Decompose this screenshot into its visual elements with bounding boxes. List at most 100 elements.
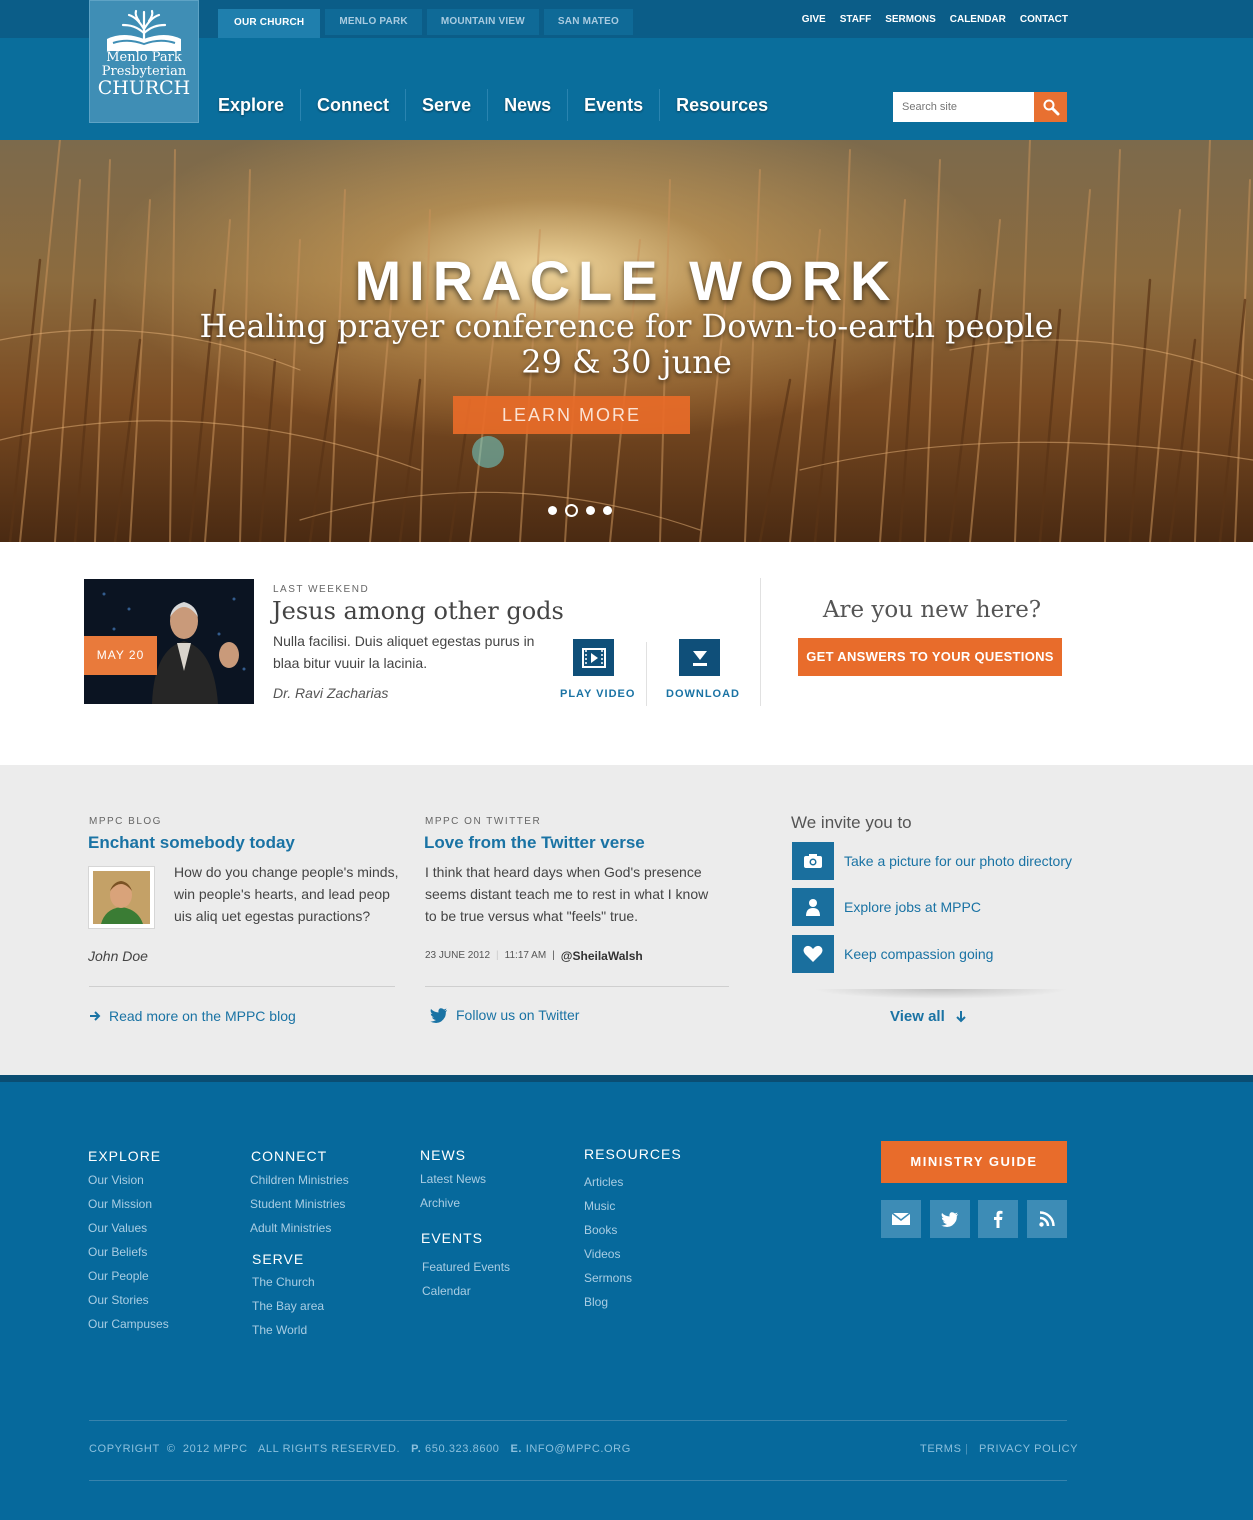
main-nav: Explore Connect Serve News Events Resour… xyxy=(218,89,784,121)
staff-link[interactable]: STAFF xyxy=(840,14,871,25)
mail-icon xyxy=(892,1213,910,1225)
slide-dot-active[interactable] xyxy=(565,504,578,517)
footer-link[interactable]: The Church xyxy=(252,1275,315,1289)
get-answers-button[interactable]: GET ANSWERS TO YOUR QUESTIONS xyxy=(798,638,1062,676)
nav-serve[interactable]: Serve xyxy=(405,89,487,121)
footer-link[interactable]: Our Mission xyxy=(88,1197,152,1211)
footer-heading-events[interactable]: EVENTS xyxy=(421,1230,483,1246)
footer-link[interactable]: Adult Ministries xyxy=(250,1221,331,1235)
phone-number[interactable]: 650.323.8600 xyxy=(425,1443,500,1455)
invite-icon-box xyxy=(792,842,834,880)
hero-subtitle-line-1: Healing prayer conference for Down-to-ea… xyxy=(199,307,1054,345)
footer-heading-resources[interactable]: RESOURCES xyxy=(584,1146,682,1162)
nav-events[interactable]: Events xyxy=(567,89,659,121)
view-all-link[interactable]: View all xyxy=(890,1008,967,1025)
give-link[interactable]: GIVE xyxy=(802,14,826,25)
follow-twitter-link[interactable]: Follow us on Twitter xyxy=(430,1007,579,1023)
footer-heading-explore[interactable]: EXPLORE xyxy=(88,1148,161,1164)
nav-resources[interactable]: Resources xyxy=(659,89,784,121)
invite-item-label[interactable]: Explore jobs at MPPC xyxy=(844,899,981,915)
invite-item-photo-directory[interactable]: Take a picture for our photo directory xyxy=(792,842,1072,880)
privacy-policy-link[interactable]: PRIVACY POLICY xyxy=(979,1443,1078,1455)
invite-item-label[interactable]: Take a picture for our photo directory xyxy=(844,853,1072,869)
footer-link[interactable]: Our Vision xyxy=(88,1173,144,1187)
sermon-section: MAY 20 LAST WEEKEND Jesus among other go… xyxy=(0,542,1253,765)
nav-news[interactable]: News xyxy=(487,89,567,121)
footer-link[interactable]: The World xyxy=(252,1323,307,1337)
footer-link[interactable]: Sermons xyxy=(584,1271,632,1285)
tab-san-mateo[interactable]: SAN MATEO xyxy=(543,9,633,35)
blog-author: John Doe xyxy=(88,948,148,964)
footer-link[interactable]: Our Values xyxy=(88,1221,147,1235)
learn-more-button[interactable]: LEARN MORE xyxy=(453,396,690,434)
search-button[interactable] xyxy=(1034,92,1067,122)
footer-link[interactable]: The Bay area xyxy=(252,1299,324,1313)
nav-connect[interactable]: Connect xyxy=(300,89,405,121)
church-logo[interactable]: Menlo Park Presbyterian Church xyxy=(89,0,199,123)
footer-link[interactable]: Archive xyxy=(420,1196,460,1210)
contact-link[interactable]: CONTACT xyxy=(1020,14,1068,25)
play-video-label[interactable]: PLAY VIDEO xyxy=(560,688,635,700)
footer-link[interactable]: Books xyxy=(584,1223,617,1237)
phone-label: P. xyxy=(411,1443,422,1455)
footer-link[interactable]: Our People xyxy=(88,1269,149,1283)
invite-item-compassion[interactable]: Keep compassion going xyxy=(792,935,993,973)
invite-item-jobs[interactable]: Explore jobs at MPPC xyxy=(792,888,981,926)
twitter-title[interactable]: Love from the Twitter verse xyxy=(424,833,645,853)
footer-link[interactable]: Our Beliefs xyxy=(88,1245,147,1259)
divider xyxy=(646,642,647,706)
tab-mountain-view[interactable]: MOUNTAIN VIEW xyxy=(426,9,539,35)
nav-explore[interactable]: Explore xyxy=(218,89,300,121)
calendar-link[interactable]: CALENDAR xyxy=(950,14,1006,25)
download-button[interactable] xyxy=(679,639,720,676)
footer-link[interactable]: Featured Events xyxy=(422,1260,510,1274)
read-blog-link[interactable]: Read more on the MPPC blog xyxy=(89,1008,296,1024)
footer-link[interactable]: Articles xyxy=(584,1175,623,1189)
footer-link[interactable]: Music xyxy=(584,1199,615,1213)
footer-heading-serve[interactable]: SERVE xyxy=(252,1251,304,1267)
tab-our-church[interactable]: OUR CHURCH xyxy=(218,9,321,38)
tweet-meta: 23 JUNE 2012 | 11:17 AM | @SheilaWalsh xyxy=(425,949,643,963)
read-blog-link-label[interactable]: Read more on the MPPC blog xyxy=(109,1008,296,1024)
email-address[interactable]: INFO@MPPC.ORG xyxy=(526,1443,631,1455)
tweet-handle[interactable]: @SheilaWalsh xyxy=(561,949,643,963)
slide-dot[interactable] xyxy=(603,506,612,515)
speaker-photo[interactable]: MAY 20 xyxy=(84,579,254,704)
play-video-button[interactable] xyxy=(573,639,614,676)
camera-icon xyxy=(804,854,822,868)
tab-menlo-park[interactable]: MENLO PARK xyxy=(325,9,422,35)
divider-shadow xyxy=(813,989,1069,999)
footer-heading-news[interactable]: NEWS xyxy=(420,1147,466,1163)
footer-link[interactable]: Calendar xyxy=(422,1284,471,1298)
facebook-button[interactable] xyxy=(978,1200,1018,1238)
tweet-time: 11:17 AM xyxy=(504,950,547,961)
site-footer: EXPLORE Our Vision Our Mission Our Value… xyxy=(0,1075,1253,1520)
follow-twitter-label[interactable]: Follow us on Twitter xyxy=(456,1007,579,1023)
ministry-guide-button[interactable]: MINISTRY GUIDE xyxy=(881,1141,1067,1183)
footer-link[interactable]: Videos xyxy=(584,1247,620,1261)
copyright-line: COPYRIGHT © 2012 MPPC ALL RIGHTS RESERVE… xyxy=(89,1443,631,1455)
footer-link[interactable]: Latest News xyxy=(420,1172,486,1186)
footer-link[interactable]: Our Campuses xyxy=(88,1317,169,1331)
sermons-link[interactable]: SERMONS xyxy=(885,14,936,25)
email-button[interactable] xyxy=(881,1200,921,1238)
hero-title: MIRACLE WORK xyxy=(354,249,899,312)
footer-link[interactable]: Blog xyxy=(584,1295,608,1309)
footer-heading-connect[interactable]: CONNECT xyxy=(251,1148,327,1164)
twitter-button[interactable] xyxy=(930,1200,970,1238)
download-label[interactable]: DOWNLOAD xyxy=(666,688,740,700)
invite-item-label[interactable]: Keep compassion going xyxy=(844,946,993,962)
rss-button[interactable] xyxy=(1027,1200,1067,1238)
slide-dot[interactable] xyxy=(586,506,595,515)
terms-link[interactable]: TERMS xyxy=(920,1443,962,1455)
sermon-kicker: LAST WEEKEND xyxy=(273,584,370,595)
search-input[interactable] xyxy=(893,92,1034,122)
footer-link[interactable]: Student Ministries xyxy=(250,1197,345,1211)
slide-dot[interactable] xyxy=(548,506,557,515)
blog-post-title[interactable]: Enchant somebody today xyxy=(88,833,295,853)
view-all-label[interactable]: View all xyxy=(890,1008,945,1025)
meta-separator: | xyxy=(552,950,555,961)
footer-link[interactable]: Our Stories xyxy=(88,1293,149,1307)
footer-link[interactable]: Children Ministries xyxy=(250,1173,349,1187)
sermon-title[interactable]: Jesus among other gods xyxy=(272,597,564,625)
